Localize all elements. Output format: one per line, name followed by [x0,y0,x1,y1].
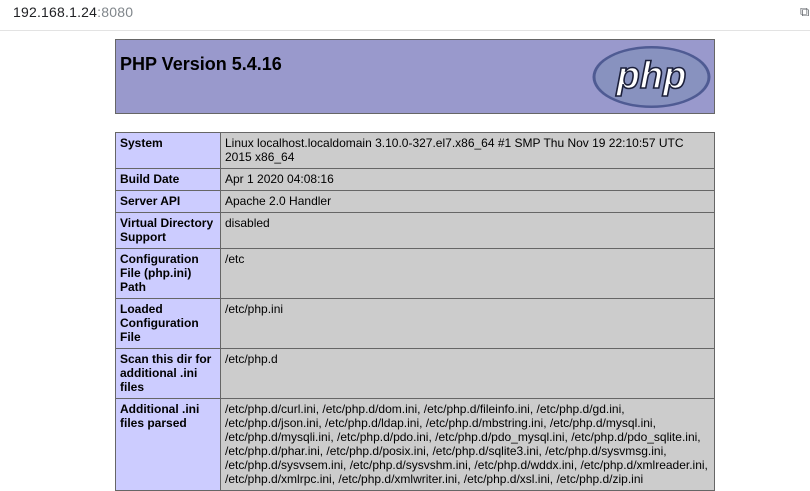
url-port: :8080 [97,4,134,20]
row-value: Apache 2.0 Handler [220,190,715,213]
row-label: Loaded Configuration File [115,298,221,349]
row-label: Configuration File (php.ini) Path [115,248,221,299]
phpinfo-header: PHP Version 5.4.16 php [115,39,715,114]
table-row: Server API Apache 2.0 Handler [115,190,715,213]
url-text[interactable]: 192.168.1.24:8080 [13,4,133,20]
row-value: /etc [220,248,715,299]
row-value: /etc/php.d [220,348,715,399]
row-value: Linux localhost.localdomain 3.10.0-327.e… [220,132,715,169]
phpinfo-table: System Linux localhost.localdomain 3.10.0… [115,132,715,491]
row-label: Additional .ini files parsed [115,398,221,491]
phpinfo-table-body: System Linux localhost.localdomain 3.10.0… [115,132,715,491]
row-label: System [115,132,221,169]
table-row: Additional .ini files parsed/etc/php.d/c… [115,398,715,491]
table-row: Virtual Directory Support disabled [115,212,715,249]
table-row: Loaded Configuration File/etc/php.ini [115,298,715,349]
url-host: 192.168.1.24 [13,4,98,20]
row-value: Apr 1 2020 04:08:16 [220,168,715,191]
row-value: /etc/php.ini [220,298,715,349]
table-row: System Linux localhost.localdomain 3.10.0… [115,132,715,169]
row-label: Scan this dir for additional .ini files [115,348,221,399]
row-value: disabled [220,212,715,249]
php-logo[interactable]: php [591,45,712,109]
table-row: Configuration File (php.ini) Path/etc [115,248,715,299]
row-label: Virtual Directory Support [115,212,221,249]
php-logo-text: php [616,55,687,97]
install-app-icon[interactable]: ⧉ [800,5,810,19]
table-row: Build Date Apr 1 2020 04:08:16 [115,168,715,191]
table-row: Scan this dir for additional .ini files /… [115,348,715,399]
row-label: Server API [115,190,221,213]
browser-address-bar[interactable]: 192.168.1.24:8080 ⧉ [0,0,810,31]
page-title: PHP Version 5.4.16 [120,54,282,74]
row-value: /etc/php.d/curl.ini, /etc/php.d/dom.ini,… [220,398,715,491]
row-label: Build Date [115,168,221,191]
